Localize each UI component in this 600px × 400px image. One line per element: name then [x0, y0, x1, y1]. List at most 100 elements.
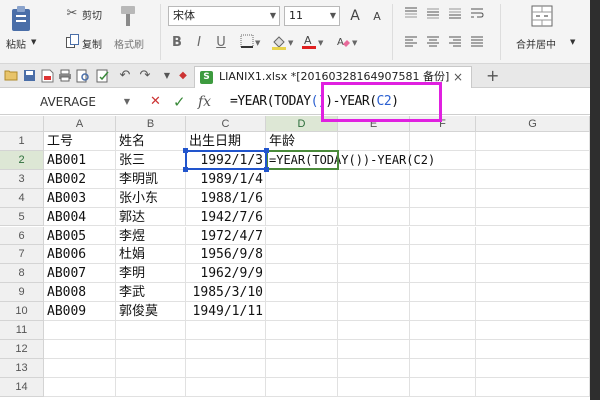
cell-d1[interactable]: 年龄: [266, 132, 338, 151]
cell-c4[interactable]: 1988/1/6: [186, 188, 266, 208]
cell-b11[interactable]: [116, 321, 186, 340]
cell-e13[interactable]: [338, 358, 410, 378]
add-tab-button[interactable]: +: [486, 66, 499, 85]
font-color-icon[interactable]: A: [300, 33, 318, 51]
row-header-8[interactable]: 8: [0, 264, 44, 284]
cell-f7[interactable]: [410, 245, 476, 265]
cell-c11[interactable]: [186, 321, 266, 340]
grow-font-button[interactable]: A: [346, 7, 364, 25]
cell-b10[interactable]: 郭俊莫: [116, 302, 186, 321]
cell-a14[interactable]: [44, 377, 116, 397]
border-dropdown-icon[interactable]: ▼: [255, 39, 260, 47]
insert-function-button[interactable]: fx: [198, 92, 211, 112]
cell-e7[interactable]: [338, 245, 410, 265]
cell-f8[interactable]: [410, 264, 476, 284]
spell-check-icon[interactable]: [96, 69, 110, 83]
cell-d12[interactable]: [266, 339, 338, 359]
cell-b6[interactable]: 李煜: [116, 226, 186, 246]
cell-c10[interactable]: 1949/1/11: [186, 302, 266, 321]
cell-b13[interactable]: [116, 358, 186, 378]
row-header-5[interactable]: 5: [0, 207, 44, 227]
cell-c9[interactable]: 1985/3/10: [186, 283, 266, 303]
cell-e9[interactable]: [338, 283, 410, 303]
cell-c3[interactable]: 1989/1/4: [186, 169, 266, 189]
customize-toolbar-icon[interactable]: ▼: [160, 69, 174, 83]
print-preview-icon[interactable]: [76, 69, 90, 83]
fill-color-icon[interactable]: [270, 34, 288, 52]
cell-c6[interactable]: 1972/4/7: [186, 226, 266, 246]
cell-a9[interactable]: AB008: [44, 283, 116, 303]
row-header-6[interactable]: 6: [0, 226, 44, 246]
align-center-icon[interactable]: [424, 34, 442, 52]
align-top-icon[interactable]: [402, 6, 420, 24]
cell-e11[interactable]: [338, 321, 410, 340]
italic-button[interactable]: I: [190, 34, 208, 52]
row-header-7[interactable]: 7: [0, 245, 44, 265]
cell-a13[interactable]: [44, 358, 116, 378]
cell-a2[interactable]: AB001: [44, 150, 116, 170]
cell-b14[interactable]: [116, 377, 186, 397]
row-header-14[interactable]: 14: [0, 377, 44, 397]
bold-button[interactable]: B: [168, 34, 186, 52]
print-icon[interactable]: [58, 69, 72, 83]
align-bottom-icon[interactable]: [446, 6, 464, 24]
cell-g13[interactable]: [476, 358, 590, 378]
cell-g1[interactable]: [476, 132, 590, 151]
align-middle-icon[interactable]: [424, 6, 442, 24]
cell-g3[interactable]: [476, 169, 590, 189]
undo-icon[interactable]: ↶: [118, 69, 132, 83]
underline-button[interactable]: U: [212, 34, 230, 52]
name-box[interactable]: AVERAGE ▼: [2, 92, 134, 112]
cell-g4[interactable]: [476, 188, 590, 208]
cell-d3[interactable]: [266, 169, 338, 189]
cell-a12[interactable]: [44, 339, 116, 359]
cell-d9[interactable]: [266, 283, 338, 303]
cell-f5[interactable]: [410, 207, 476, 227]
cell-f1[interactable]: [410, 132, 476, 151]
open-folder-icon[interactable]: [4, 69, 18, 83]
redo-icon[interactable]: ↷: [138, 69, 152, 83]
cell-d10[interactable]: [266, 302, 338, 321]
clear-format-icon[interactable]: A: [334, 34, 352, 52]
cell-g7[interactable]: [476, 245, 590, 265]
cell-d6[interactable]: [266, 226, 338, 246]
cell-b1[interactable]: 姓名: [116, 132, 186, 151]
export-pdf-icon[interactable]: [40, 69, 54, 83]
cell-f6[interactable]: [410, 226, 476, 246]
row-header-12[interactable]: 12: [0, 339, 44, 359]
cell-b2[interactable]: 张三: [116, 150, 186, 170]
merge-cells-icon[interactable]: [530, 4, 554, 28]
border-icon[interactable]: [238, 34, 256, 52]
wrap-text-icon[interactable]: [468, 6, 486, 24]
cell-g10[interactable]: [476, 302, 590, 321]
tab-menu-icon[interactable]: ◆: [176, 69, 190, 83]
font-name-select[interactable]: 宋体 ▼: [168, 6, 280, 26]
reference-handle-2[interactable]: [183, 166, 188, 172]
row-header-1[interactable]: 1: [0, 132, 44, 151]
cell-e4[interactable]: [338, 188, 410, 208]
cell-f11[interactable]: [410, 321, 476, 340]
row-header-10[interactable]: 10: [0, 302, 44, 321]
copy-button[interactable]: 复制: [82, 36, 102, 51]
format-painter-button[interactable]: 格式刷: [114, 36, 144, 51]
cancel-icon[interactable]: ✕: [150, 92, 161, 112]
cell-e14[interactable]: [338, 377, 410, 397]
cell-c1[interactable]: 出生日期: [186, 132, 266, 151]
cell-e1[interactable]: [338, 132, 410, 151]
cell-b5[interactable]: 郭达: [116, 207, 186, 227]
cell-g5[interactable]: [476, 207, 590, 227]
cell-c7[interactable]: 1956/9/8: [186, 245, 266, 265]
cell-a4[interactable]: AB003: [44, 188, 116, 208]
cell-f10[interactable]: [410, 302, 476, 321]
cell-a1[interactable]: 工号: [44, 132, 116, 151]
merge-dropdown-icon[interactable]: ▼: [570, 38, 575, 46]
cell-c14[interactable]: [186, 377, 266, 397]
cell-g8[interactable]: [476, 264, 590, 284]
cell-a10[interactable]: AB009: [44, 302, 116, 321]
column-header-b[interactable]: B: [116, 116, 186, 132]
column-header-c[interactable]: C: [186, 116, 266, 132]
scissors-icon[interactable]: ✂: [64, 5, 80, 21]
clear-dropdown-icon[interactable]: ▼: [352, 39, 357, 47]
cell-f3[interactable]: [410, 169, 476, 189]
cell-g12[interactable]: [476, 339, 590, 359]
